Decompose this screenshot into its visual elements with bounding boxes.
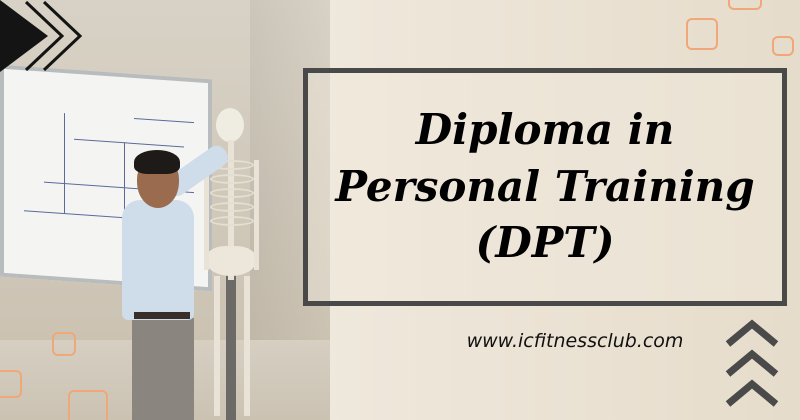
title-line-1: Diploma in <box>415 105 675 155</box>
play-arrow-icon <box>0 0 83 72</box>
skeleton-skull <box>216 108 244 142</box>
skeleton-rib <box>210 202 254 212</box>
skeleton-stand <box>226 270 236 420</box>
skeleton-pelvis <box>206 246 256 276</box>
person-hair <box>134 150 180 174</box>
skeleton-rib <box>210 174 254 184</box>
skeleton-leg <box>244 276 250 416</box>
skeleton-leg <box>214 276 220 416</box>
website-link[interactable]: www.icfitnessclub.com <box>440 330 710 352</box>
banner-title: Diploma in Personal Training (DPT) <box>335 105 754 268</box>
decorative-square <box>68 390 108 420</box>
person-pants <box>132 318 194 420</box>
title-line-3: (DPT) <box>475 218 615 268</box>
person-belt <box>134 312 190 319</box>
title-panel: Diploma in Personal Training (DPT) <box>303 68 787 306</box>
title-line-2: Personal Training <box>335 161 755 211</box>
decorative-square <box>772 36 794 56</box>
decorative-square <box>0 370 22 398</box>
skeleton-arm <box>254 160 259 270</box>
person-shirt <box>122 200 194 320</box>
chevrons-up-icon <box>725 319 779 407</box>
decorative-square <box>52 332 76 356</box>
decorative-square <box>686 18 718 50</box>
skeleton-rib <box>210 188 254 198</box>
skeleton-rib <box>210 216 254 226</box>
decorative-square <box>728 0 762 10</box>
